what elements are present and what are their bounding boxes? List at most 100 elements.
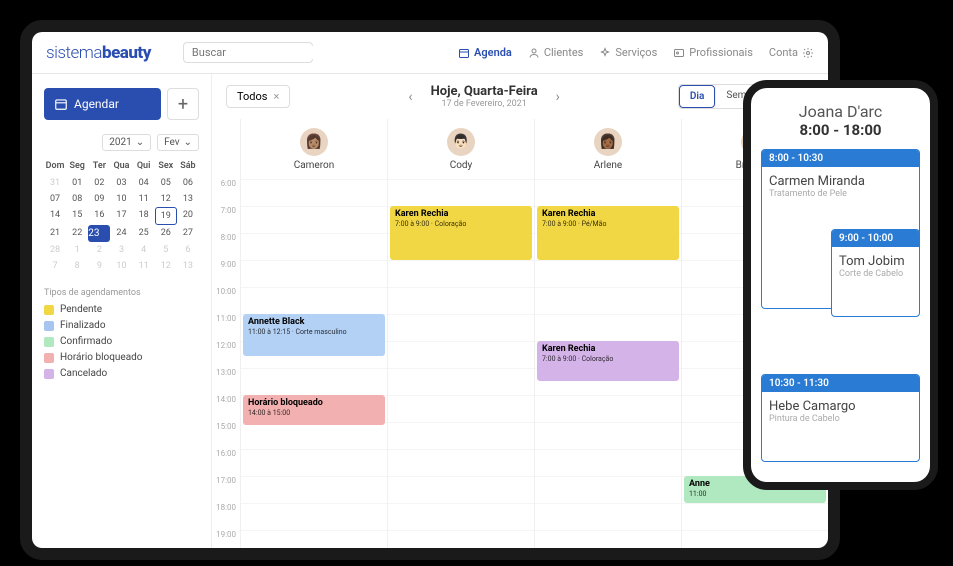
sparkle-icon	[599, 47, 611, 59]
topnav: Agenda Clientes Serviços Profissionais C…	[458, 46, 814, 59]
calendar-day[interactable]: 04	[133, 175, 155, 191]
agendar-button[interactable]: Agendar	[44, 88, 161, 120]
calendar-day[interactable]: 24	[110, 225, 132, 242]
topbar: sistemabeauty Agenda Clientes Serviços P…	[32, 32, 828, 74]
calendar-day[interactable]: 11	[133, 191, 155, 207]
chevron-down-icon: ⌄	[136, 137, 144, 148]
nav-servicos[interactable]: Serviços	[599, 46, 657, 59]
calendar-day[interactable]: 27	[177, 225, 199, 242]
staff-header[interactable]: 👩🏽 Cameron	[241, 119, 387, 179]
phone-hours: 8:00 - 18:00	[761, 121, 920, 139]
calendar-day[interactable]: 10	[110, 258, 132, 274]
tablet-frame: sistemabeauty Agenda Clientes Serviços P…	[20, 20, 840, 560]
calendar-day[interactable]: 2	[88, 242, 110, 258]
legend-item: Cancelado	[44, 368, 199, 379]
legend-item: Horário bloqueado	[44, 352, 199, 363]
calendar-day[interactable]: 6	[177, 242, 199, 258]
next-arrow[interactable]: ›	[556, 89, 560, 105]
avatar: 👩🏾	[594, 128, 622, 156]
calendar-day[interactable]: 21	[44, 225, 66, 242]
schedule-event[interactable]: Karen Rechia7:00 à 9:00 · Coloração	[390, 206, 532, 260]
id-icon	[673, 47, 685, 59]
close-icon[interactable]: ×	[273, 90, 279, 103]
calendar-day[interactable]: 17	[110, 207, 132, 225]
calendar-icon	[54, 97, 68, 111]
year-select[interactable]: 2021⌄	[102, 134, 151, 151]
avatar: 👨🏻	[447, 128, 475, 156]
schedule-title: Hoje, Quarta-Feira	[431, 84, 538, 99]
legend-item: Pendente	[44, 304, 199, 315]
avatar: 👩🏽	[300, 128, 328, 156]
calendar-day[interactable]: 3	[110, 242, 132, 258]
staff-header[interactable]: 👩🏾 Arlene	[535, 119, 681, 179]
calendar-day[interactable]: 26	[155, 225, 177, 242]
nav-conta[interactable]: Conta	[769, 46, 814, 59]
filter-chip[interactable]: Todos ×	[226, 85, 290, 108]
staff-name: Cody	[450, 160, 473, 171]
month-select[interactable]: Fev⌄	[157, 134, 199, 151]
calendar-day[interactable]: 08	[66, 191, 88, 207]
calendar-day[interactable]: 28	[44, 242, 66, 258]
calendar-day[interactable]: 13	[177, 191, 199, 207]
schedule-subtitle: 17 de Fevereiro, 2021	[431, 99, 538, 109]
calendar-day[interactable]: 06	[177, 175, 199, 191]
add-button[interactable]: +	[167, 88, 199, 120]
calendar-day[interactable]: 23	[88, 225, 110, 242]
nav-clientes[interactable]: Clientes	[528, 46, 584, 59]
phone-frame: Joana D'arc 8:00 - 18:00 8:00 - 10:30Car…	[743, 80, 938, 490]
calendar-day[interactable]: 10	[110, 191, 132, 207]
nav-profissionais[interactable]: Profissionais	[673, 46, 753, 59]
calendar-day[interactable]: 20	[177, 207, 199, 225]
mini-calendar[interactable]: DomSegTerQuaQuiSexSáb 310102030405060708…	[44, 161, 199, 274]
calendar-day[interactable]: 22	[66, 225, 88, 242]
calendar-day[interactable]: 19	[155, 207, 177, 225]
search-input[interactable]	[183, 42, 313, 63]
logo: sistemabeauty	[46, 43, 151, 63]
calendar-day[interactable]: 15	[66, 207, 88, 225]
calendar-day[interactable]: 12	[155, 191, 177, 207]
view-day[interactable]: Dia	[679, 85, 715, 108]
nav-agenda[interactable]: Agenda	[458, 46, 512, 59]
calendar-day[interactable]: 05	[155, 175, 177, 191]
calendar-day[interactable]: 01	[66, 175, 88, 191]
calendar-day[interactable]: 16	[88, 207, 110, 225]
phone-title: Joana D'arc	[761, 102, 920, 121]
calendar-day[interactable]: 4	[133, 242, 155, 258]
schedule-event[interactable]: Horário bloqueado14:00 à 15:00	[243, 395, 385, 425]
gear-icon	[802, 47, 814, 59]
schedule-grid[interactable]: 👩🏽 Cameron Annette Black11:00 à 12:15 · …	[240, 119, 828, 548]
calendar-day[interactable]: 13	[177, 258, 199, 274]
legend-item: Finalizado	[44, 320, 199, 331]
calendar-day[interactable]: 31	[44, 175, 66, 191]
user-icon	[528, 47, 540, 59]
calendar-day[interactable]: 02	[88, 175, 110, 191]
calendar-day[interactable]: 14	[44, 207, 66, 225]
schedule-event[interactable]: Karen Rechia7:00 à 9:00 · Pé/Mão	[537, 206, 679, 260]
chevron-down-icon: ⌄	[184, 137, 192, 148]
calendar-day[interactable]: 7	[44, 258, 66, 274]
search-field[interactable]	[192, 46, 332, 59]
calendar-icon	[458, 47, 470, 59]
staff-name: Cameron	[294, 160, 335, 171]
phone-appointment-card[interactable]: 10:30 - 11:30Hebe CamargoPintura de Cabe…	[761, 374, 920, 462]
calendar-day[interactable]: 5	[155, 242, 177, 258]
schedule-event[interactable]: Karen Rechia7:00 à 9:00 · Coloração	[537, 341, 679, 381]
calendar-day[interactable]: 09	[88, 191, 110, 207]
calendar-day[interactable]: 1	[66, 242, 88, 258]
phone-schedule[interactable]: 8:00 - 10:30Carmen MirandaTratamento de …	[761, 149, 920, 469]
calendar-day[interactable]: 12	[155, 258, 177, 274]
prev-arrow[interactable]: ‹	[408, 89, 412, 105]
staff-header[interactable]: 👨🏻 Cody	[388, 119, 534, 179]
calendar-day[interactable]: 03	[110, 175, 132, 191]
calendar-day[interactable]: 18	[133, 207, 155, 225]
calendar-day[interactable]: 11	[133, 258, 155, 274]
calendar-day[interactable]: 9	[88, 258, 110, 274]
calendar-day[interactable]: 07	[44, 191, 66, 207]
sidebar: Agendar + 2021⌄ Fev⌄ DomSegTerQuaQuiSexS…	[32, 74, 212, 548]
schedule-event[interactable]: Annette Black11:00 à 12:15 · Corte mascu…	[243, 314, 385, 356]
calendar-day[interactable]: 8	[66, 258, 88, 274]
phone-appointment-card[interactable]: 9:00 - 10:00Tom JobimCorte de Cabelo	[831, 229, 920, 317]
calendar-day[interactable]: 25	[133, 225, 155, 242]
staff-name: Arlene	[594, 160, 622, 171]
legend-title: Tipos de agendamentos	[44, 288, 199, 298]
